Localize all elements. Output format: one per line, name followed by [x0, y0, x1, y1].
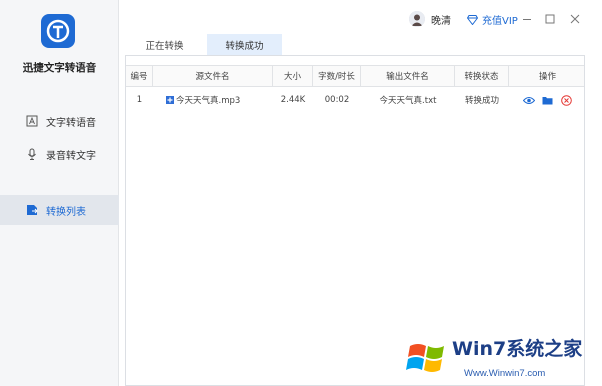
column-source-file: 源文件名: [153, 66, 273, 86]
sidebar-item-label: 转换列表: [46, 206, 86, 218]
user-name: 晚清: [431, 15, 451, 27]
maximize-button[interactable]: [542, 10, 558, 28]
maximize-icon: [545, 14, 555, 24]
row-index: 1: [136, 95, 143, 105]
view-icon[interactable]: [522, 94, 535, 107]
sidebar-item-label: 文字转语音: [46, 117, 96, 129]
sidebar-item-text-to-speech[interactable]: 文字转语音: [0, 106, 119, 136]
vip-label: 充值VIP: [482, 16, 518, 27]
table-header: 编号 源文件名 大小 字数/时长 输出文件名 转换状态 操作: [126, 65, 584, 87]
column-output-file: 输出文件名: [361, 66, 455, 86]
column-size: 大小: [273, 66, 313, 86]
sidebar: 迅捷文字转语音 文字转语音 录音转文字 转换列表: [0, 0, 119, 386]
row-duration: 00:02: [324, 95, 350, 105]
sidebar-item-speech-to-text[interactable]: 录音转文字: [0, 139, 119, 169]
column-actions: 操作: [538, 72, 556, 82]
row-source-file: 今天天气真.mp3: [153, 89, 273, 111]
source-file-name: 今天天气真.mp3: [176, 96, 241, 106]
watermark-brand: Win7系统之家: [452, 338, 583, 360]
close-button[interactable]: [567, 10, 583, 28]
row-size: 2.44K: [280, 95, 306, 105]
close-icon: [570, 14, 580, 24]
text-document-icon: [26, 115, 38, 127]
row-output-file: 今天天气真.txt: [379, 96, 437, 106]
sidebar-item-label: 录音转文字: [46, 150, 96, 162]
convert-list-icon: [26, 204, 38, 216]
open-folder-icon[interactable]: [541, 94, 554, 107]
audio-file-icon: [166, 96, 174, 104]
watermark-url: Www.Winwin7.com: [464, 368, 546, 379]
avatar: [409, 11, 425, 27]
windows-logo-icon: [406, 344, 444, 372]
diamond-icon: [467, 14, 478, 25]
tab-converted[interactable]: 转换成功: [207, 34, 282, 55]
user-profile[interactable]: 晚清: [409, 11, 451, 27]
column-index: 编号: [126, 66, 153, 86]
microphone-icon: [26, 148, 38, 160]
column-duration: 字数/时长: [313, 66, 361, 86]
row-actions: [509, 89, 586, 111]
tab-converting[interactable]: 正在转换: [127, 34, 202, 55]
app-logo-icon: [41, 14, 75, 48]
delete-icon[interactable]: [560, 94, 573, 107]
vip-button[interactable]: 充值VIP: [467, 12, 518, 27]
minimize-icon: [523, 19, 531, 20]
row-status: 转换成功: [464, 96, 499, 106]
sidebar-item-convert-list[interactable]: 转换列表: [0, 195, 119, 225]
column-status: 转换状态: [455, 66, 509, 86]
minimize-button[interactable]: [519, 10, 535, 28]
watermark: Win7系统之家 Www.Winwin7.com: [402, 328, 602, 386]
app-name: 迅捷文字转语音: [22, 62, 97, 74]
table-row: 1 今天天气真.mp3 2.44K 00:02 今天天气真.txt 转换成功: [126, 89, 584, 111]
